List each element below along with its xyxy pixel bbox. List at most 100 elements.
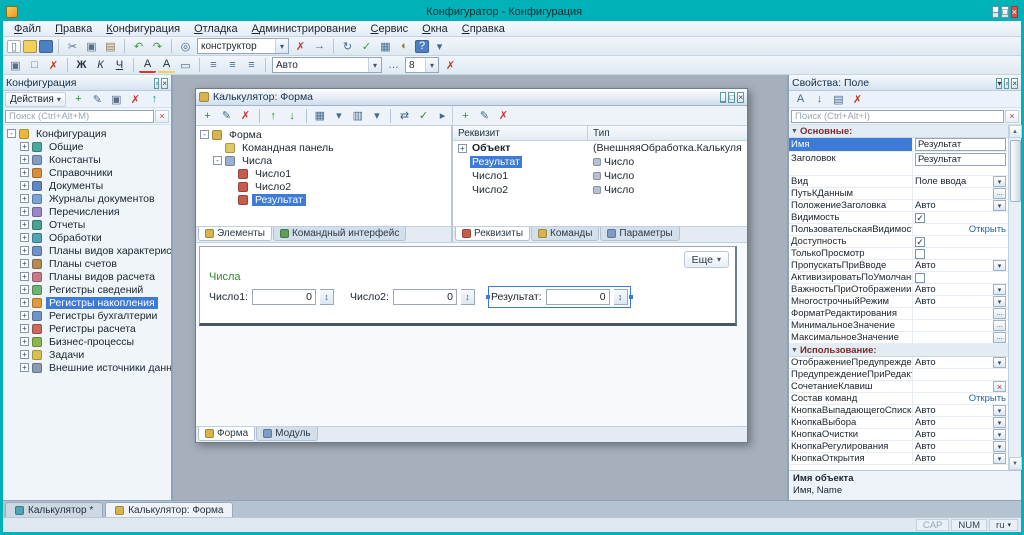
chevron-down-icon[interactable]: ▾ (993, 200, 1006, 211)
property-input[interactable]: Результат (915, 138, 1006, 151)
align-center-icon[interactable]: ≡ (224, 57, 241, 73)
delete-icon[interactable]: ✗ (495, 108, 512, 124)
ellipsis-icon[interactable]: … (993, 188, 1006, 199)
property-row[interactable]: ТолькоПросмотр (789, 248, 1008, 260)
chevron-down-icon[interactable]: ▾ (425, 58, 438, 72)
font-size-combo[interactable]: 8▾ (405, 57, 439, 73)
add-icon[interactable]: + (199, 108, 216, 124)
property-row[interactable]: ОтображениеПредупрежденияАвто▾ (789, 357, 1008, 369)
clear-icon[interactable]: ✗ (849, 91, 866, 107)
property-section-header[interactable]: ▼Использование: (789, 344, 1008, 357)
minimize-button[interactable]: – (992, 6, 999, 18)
property-row[interactable]: Доступность✓ (789, 236, 1008, 248)
property-value[interactable]: … (913, 332, 1008, 343)
calculator-icon[interactable]: ▦ (377, 38, 394, 54)
more-actions-icon[interactable]: ▾ (431, 38, 448, 54)
chevron-down-icon[interactable]: ▾ (993, 260, 1006, 271)
chevron-down-icon[interactable]: ▾ (993, 176, 1006, 187)
delete-icon[interactable]: ✗ (237, 108, 254, 124)
property-value[interactable] (913, 272, 1008, 283)
property-row[interactable]: КнопкаВыпадающегоСпискаАвто▾ (789, 405, 1008, 417)
expander-icon[interactable]: + (20, 207, 29, 216)
save-icon[interactable] (39, 40, 53, 53)
minimize-button[interactable]: _ (720, 92, 726, 103)
property-row[interactable]: МинимальноеЗначение… (789, 320, 1008, 332)
edit-icon[interactable]: ✎ (218, 108, 235, 124)
sort-order-icon[interactable]: ↓ (811, 91, 828, 107)
spin-button[interactable]: ↕ (614, 289, 628, 305)
property-value[interactable]: Авто▾ (913, 441, 1008, 452)
property-value[interactable]: Поле ввода▾ (913, 176, 1008, 187)
window-tab-calculator-form[interactable]: Калькулятор: Форма (105, 502, 233, 517)
expander-icon[interactable]: + (458, 144, 467, 153)
scroll-up-icon[interactable]: ▲ (1009, 125, 1022, 138)
properties-search-input[interactable] (791, 110, 1004, 123)
scroll-down-icon[interactable]: ▼ (1009, 457, 1022, 470)
config-tree-item[interactable]: +Справочники (3, 166, 171, 179)
grouping-icon[interactable]: ▥ (349, 108, 366, 124)
history-icon[interactable]: ◐ (396, 38, 413, 54)
element-tree-item[interactable]: Результат (196, 193, 451, 206)
expander-icon[interactable]: + (20, 155, 29, 164)
config-tree-item[interactable]: +Планы видов характеристик (3, 244, 171, 257)
chevron-down-icon[interactable]: ▾ (993, 429, 1006, 440)
edit-icon[interactable]: ✎ (89, 91, 106, 107)
config-tree-item[interactable]: +Регистры бухгалтерии (3, 309, 171, 322)
element-tree-item[interactable]: -Форма (196, 128, 451, 141)
config-tree-item[interactable]: +Документы (3, 179, 171, 192)
chevron-down-icon[interactable]: ▾ (993, 453, 1006, 464)
element-tree-item[interactable]: Командная панель (196, 141, 451, 154)
add-icon[interactable]: + (70, 91, 87, 107)
attribute-row[interactable]: +Объект(ВнешняяОбработка.Калькуля (453, 141, 747, 155)
config-tree-item[interactable]: +Общие (3, 140, 171, 153)
window-tab-calculator[interactable]: Калькулятор * (5, 502, 103, 517)
tab-commands[interactable]: Команды (531, 227, 599, 241)
edit-icon[interactable]: ✎ (476, 108, 493, 124)
expander-icon[interactable]: - (200, 130, 209, 139)
property-row[interactable]: КнопкаВыбораАвто▾ (789, 417, 1008, 429)
expander-icon[interactable]: + (20, 311, 29, 320)
window-menu-icon[interactable]: ▾ (996, 78, 1002, 89)
property-value[interactable]: Результат (913, 138, 1008, 151)
menu-item[interactable]: Конфигурация (99, 22, 187, 36)
property-value[interactable]: × (913, 381, 1008, 392)
align-left-icon[interactable]: ≡ (205, 57, 222, 73)
field-input[interactable]: 0 (393, 289, 457, 305)
expander-icon[interactable]: + (20, 272, 29, 281)
expander-icon[interactable]: + (20, 285, 29, 294)
chevron-down-icon[interactable]: ▾ (275, 39, 288, 53)
clear-format-icon[interactable]: ✗ (442, 57, 459, 73)
font-ellipsis-icon[interactable]: … (385, 57, 402, 73)
menu-item[interactable]: Правка (48, 22, 99, 36)
property-value[interactable]: ✓ (913, 212, 1008, 223)
syntax-check-icon[interactable]: ✓ (358, 38, 375, 54)
property-value[interactable] (913, 369, 1008, 380)
expander-icon[interactable]: + (20, 220, 29, 229)
close-window-icon[interactable]: ✗ (45, 57, 62, 73)
check-form-icon[interactable]: ✓ (415, 108, 432, 124)
chevron-down-icon[interactable]: ▾ (368, 58, 381, 72)
menu-item[interactable]: Файл (7, 22, 48, 36)
expander-icon[interactable]: + (20, 181, 29, 190)
ellipsis-icon[interactable]: … (993, 332, 1006, 343)
delete-icon[interactable]: ✗ (127, 91, 144, 107)
property-value[interactable] (913, 248, 1008, 259)
config-tree-item[interactable]: +Задачи (3, 348, 171, 361)
config-tree-item[interactable]: +Перечисления (3, 205, 171, 218)
property-value[interactable]: Авто▾ (913, 453, 1008, 464)
config-tree-item[interactable]: +Планы видов расчета (3, 270, 171, 283)
property-value[interactable]: … (913, 308, 1008, 319)
grouping-menu-icon[interactable]: ▾ (368, 108, 385, 124)
open-link[interactable]: Открыть (969, 224, 1006, 235)
property-section-header[interactable]: ▼Основные: (789, 125, 1008, 138)
redo-icon[interactable]: ↷ (149, 38, 166, 54)
underline-icon[interactable]: Ч (111, 57, 128, 73)
scrollbar-thumb[interactable] (1010, 140, 1021, 202)
property-row[interactable]: ФорматРедактирования… (789, 308, 1008, 320)
open-folder-icon[interactable] (23, 40, 37, 53)
language-selector[interactable]: ru▾ (989, 519, 1018, 531)
property-value[interactable]: Авто▾ (913, 417, 1008, 428)
column-header[interactable]: Тип (588, 126, 747, 140)
expander-icon[interactable]: + (20, 168, 29, 177)
property-row[interactable]: ЗаголовокРезультат (789, 152, 1008, 176)
